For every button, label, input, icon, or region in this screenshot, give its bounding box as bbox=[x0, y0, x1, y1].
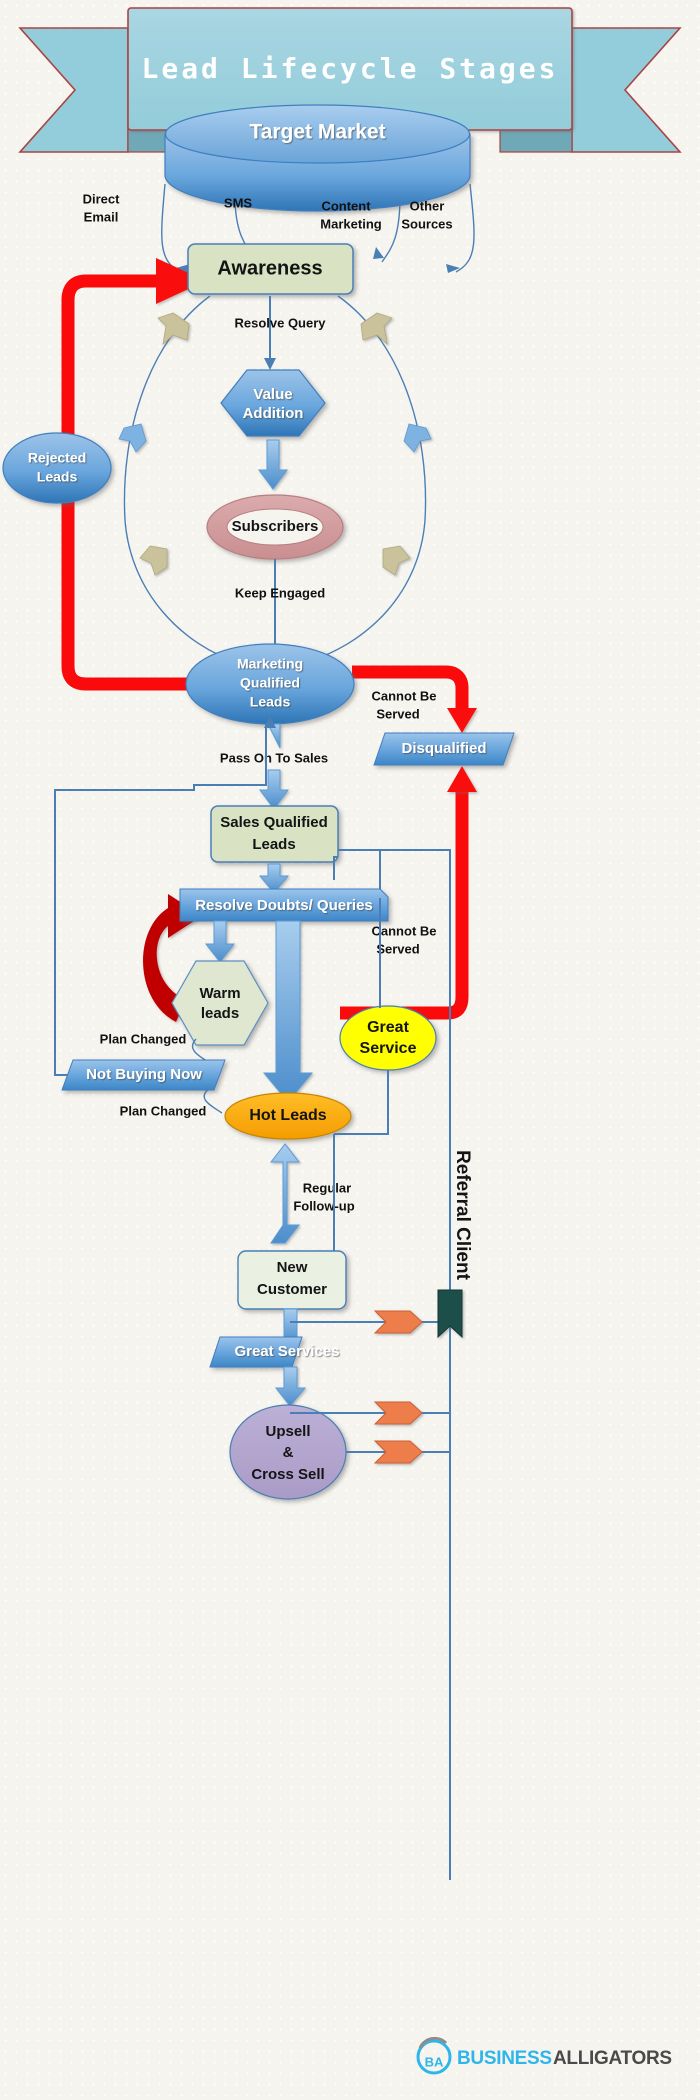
page-title: Lead Lifecycle Stages bbox=[141, 52, 558, 85]
edge-pass-on-to-sales: Pass On To Sales bbox=[220, 723, 328, 810]
label-keep-engaged: Keep Engaged bbox=[235, 585, 325, 600]
label-cannot-be-served-sql-1: Cannot Be bbox=[372, 923, 437, 938]
awareness-label: Awareness bbox=[217, 257, 322, 279]
node-great-service[interactable]: Great Service bbox=[339, 1005, 437, 1071]
logo-mark-text: BA bbox=[425, 2054, 444, 2069]
rejected-leads-label-2: Leads bbox=[37, 469, 78, 485]
new-customer-label-1: New bbox=[277, 1259, 308, 1276]
edge-other-sources bbox=[455, 183, 475, 273]
label-cannot-be-served-mql-2: Served bbox=[376, 706, 419, 721]
label-other-sources-1: Other bbox=[410, 198, 445, 213]
edge-resolve-query: Resolve Query bbox=[234, 296, 326, 370]
arrow-value-to-subscribers bbox=[258, 439, 288, 490]
mql-label-1: Marketing bbox=[237, 656, 303, 672]
label-content-marketing-2: Marketing bbox=[320, 216, 381, 231]
referral-chevrons bbox=[373, 1289, 463, 1464]
resolve-doubts-label: Resolve Doubts/ Queries bbox=[195, 897, 373, 914]
node-target-market[interactable]: Target Market bbox=[164, 104, 471, 212]
edge-direct-email bbox=[161, 183, 181, 273]
node-warm-leads[interactable]: Warm leads bbox=[171, 960, 269, 1046]
label-regular-follow-up-2: Follow-up bbox=[293, 1198, 354, 1213]
footer-logo[interactable]: BA BUSINESS ALLIGATORS bbox=[416, 2036, 672, 2075]
sql-label-2: Leads bbox=[252, 836, 295, 853]
node-awareness[interactable]: Awareness bbox=[187, 243, 354, 295]
label-referral-client: Referral Client bbox=[452, 1150, 473, 1281]
edge-resolve-to-hot-leads bbox=[262, 920, 314, 1103]
node-upsell-cross-sell[interactable]: Upsell & Cross Sell bbox=[229, 1404, 347, 1500]
label-plan-changed-warm: Plan Changed bbox=[100, 1031, 187, 1046]
label-direct-email-1: Direct bbox=[83, 191, 121, 206]
hot-leads-label: Hot Leads bbox=[249, 1107, 326, 1124]
value-addition-label-2: Addition bbox=[243, 405, 304, 422]
label-sms: SMS bbox=[224, 195, 253, 210]
sql-right-branches bbox=[333, 849, 451, 1880]
great-service-label-1: Great bbox=[367, 1019, 409, 1036]
mql-label-2: Qualified bbox=[240, 675, 300, 691]
logo-primary-text: BUSINESS bbox=[457, 2048, 552, 2069]
upsell-label-3: Cross Sell bbox=[251, 1466, 324, 1483]
label-cannot-be-served-mql-1: Cannot Be bbox=[372, 688, 437, 703]
disqualified-label: Disqualified bbox=[401, 740, 486, 757]
node-rejected-leads[interactable]: Rejected Leads bbox=[2, 432, 112, 504]
node-resolve-doubts[interactable]: Resolve Doubts/ Queries bbox=[179, 888, 389, 922]
mql-disqualified-path: Cannot Be Served bbox=[352, 665, 477, 733]
upsell-label-1: Upsell bbox=[265, 1423, 310, 1440]
infographic-canvas: Lead Lifecycle Stages Target Market Dire… bbox=[0, 0, 700, 2100]
great-services-label: Great Services bbox=[234, 1343, 339, 1360]
new-customer-label-2: Customer bbox=[257, 1281, 327, 1298]
label-resolve-query: Resolve Query bbox=[234, 315, 326, 330]
rejected-leads-label-1: Rejected bbox=[28, 450, 86, 466]
warm-leads-label-1: Warm bbox=[199, 985, 240, 1002]
node-marketing-qualified-leads[interactable]: Marketing Qualified Leads bbox=[185, 643, 355, 725]
node-new-customer[interactable]: New Customer bbox=[237, 1250, 347, 1310]
edge-regular-follow-up: Regular Follow-up bbox=[269, 1143, 355, 1244]
label-pass-on-to-sales: Pass On To Sales bbox=[220, 750, 328, 765]
edge-great-services-to-upsell bbox=[274, 1366, 307, 1407]
value-addition-label-1: Value bbox=[253, 386, 292, 403]
upsell-label-2: & bbox=[283, 1444, 294, 1461]
great-service-label-2: Service bbox=[360, 1040, 417, 1057]
label-content-marketing-1: Content bbox=[321, 198, 371, 213]
node-not-buying-now[interactable]: Not Buying Now bbox=[61, 1059, 226, 1091]
mql-label-3: Leads bbox=[250, 694, 291, 710]
logo-secondary-text: ALLIGATORS bbox=[553, 2048, 672, 2069]
node-disqualified[interactable]: Disqualified bbox=[373, 732, 515, 766]
sql-label-1: Sales Qualified bbox=[220, 814, 328, 831]
subscribers-label: Subscribers bbox=[232, 518, 319, 535]
label-cannot-be-served-sql-2: Served bbox=[376, 941, 419, 956]
node-subscribers[interactable]: Subscribers bbox=[206, 494, 344, 560]
node-hot-leads[interactable]: Hot Leads bbox=[224, 1092, 352, 1140]
warm-leads-label-2: leads bbox=[201, 1005, 239, 1022]
edge-keep-engaged: Keep Engaged bbox=[235, 559, 325, 656]
label-direct-email-2: Email bbox=[84, 209, 119, 224]
node-great-services[interactable]: Great Services bbox=[209, 1336, 340, 1368]
node-value-addition[interactable]: Value Addition bbox=[220, 369, 326, 437]
not-buying-now-label: Not Buying Now bbox=[86, 1066, 202, 1083]
label-other-sources-2: Sources bbox=[401, 216, 452, 231]
label-regular-follow-up-1: Regular bbox=[303, 1180, 351, 1195]
edge-resolve-to-warm bbox=[204, 920, 236, 963]
node-sales-qualified-leads[interactable]: Sales Qualified Leads bbox=[210, 805, 339, 863]
label-plan-changed-hot: Plan Changed bbox=[120, 1103, 207, 1118]
target-market-label: Target Market bbox=[249, 121, 385, 144]
